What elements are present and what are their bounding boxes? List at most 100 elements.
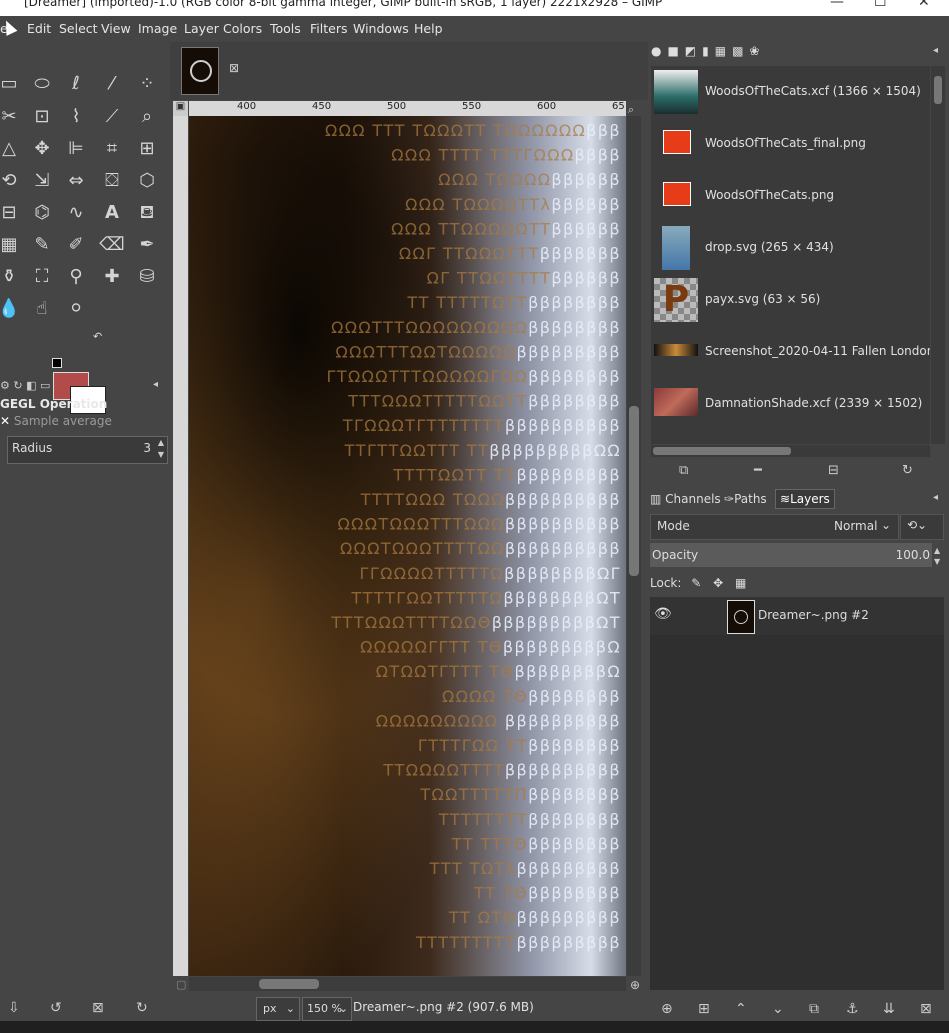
handle-transform-icon[interactable]: ⊟ (0, 201, 22, 225)
shear-icon[interactable]: ⇲ (29, 169, 55, 193)
pencil-icon[interactable]: ✎ (29, 233, 55, 257)
3d-transform-icon[interactable]: ⬡ (134, 169, 160, 193)
zoom-select[interactable]: 150 % ⌄ (302, 997, 352, 1021)
new-layer-icon[interactable]: ⊕ (661, 1001, 673, 1017)
list-item[interactable]: P payx.svg (63 × 56) (651, 274, 930, 326)
save-options-icon[interactable]: ⇩ (8, 1000, 20, 1016)
raise-layer-icon[interactable]: ⌃ (735, 1001, 747, 1017)
clone-icon[interactable]: ⚲ (63, 265, 89, 289)
images-hscroll-thumb[interactable] (653, 447, 791, 455)
refresh-icon[interactable]: ↻ (902, 463, 913, 478)
crop-icon[interactable]: ⌗ (99, 137, 125, 161)
menu-tools[interactable]: Tools (270, 21, 301, 36)
lock-pixels-icon[interactable]: ✎ (691, 576, 701, 590)
scissors-icon[interactable]: ✂ (0, 105, 22, 129)
configure-tab-icon[interactable]: ◂ (933, 45, 938, 56)
flip-icon[interactable]: ⇔ (63, 169, 89, 193)
delete-options-icon[interactable]: ⊠ (92, 1000, 104, 1016)
lock-alpha-icon[interactable]: ▦ (735, 576, 746, 590)
configure-tab-icon[interactable]: ◂ (933, 492, 938, 503)
rotate-icon[interactable]: ⟲ (0, 169, 22, 193)
heal-icon[interactable]: ✚ (99, 265, 125, 289)
radius-spinbox[interactable]: Radius 3 ▲ ▼ (7, 436, 168, 464)
vertical-scrollbar[interactable] (627, 116, 641, 976)
anchor-layer-icon[interactable]: ⚓ (846, 1001, 859, 1017)
move-icon[interactable]: ✥ (29, 137, 55, 161)
sample-average-checkbox-icon[interactable]: ✕ (0, 414, 10, 428)
new-layer-group-icon[interactable]: ⊞ (698, 1001, 710, 1017)
list-item[interactable]: DamnationShade.xcf (2339 × 1502) (651, 378, 930, 430)
measure-icon[interactable]: △ (0, 137, 22, 161)
tab-channels[interactable]: ▥ Channels (650, 492, 721, 506)
radius-value[interactable]: 3 (143, 441, 151, 455)
maximize-icon[interactable]: ☐ (874, 0, 887, 10)
opacity-value[interactable]: 100.0 (896, 548, 930, 562)
layer-row[interactable]: 👁 Dreamer~.png #2 (650, 597, 944, 635)
warp-transform-icon[interactable]: ⌬ (29, 201, 55, 225)
horizontal-scrollbar[interactable] (189, 977, 626, 991)
delete-layer-icon[interactable]: ⊠ (920, 1001, 932, 1017)
tool-options-tab-icons[interactable]: ⚙ ↻ ◧ ▭ (0, 379, 50, 392)
paintbrush-icon[interactable]: ✐ (63, 233, 89, 257)
default-colors-icon[interactable] (52, 358, 62, 368)
list-item[interactable]: WoodsOfTheCats.xcf (1366 × 1504) (651, 66, 930, 118)
menu-help[interactable]: Help (414, 21, 443, 36)
foreground-select-icon[interactable]: ⊡ (29, 105, 55, 129)
align-icon[interactable]: ⊫ (63, 137, 89, 161)
open-display-icon[interactable]: ⧉ (679, 463, 688, 478)
layer-name[interactable]: Dreamer~.png #2 (758, 608, 869, 622)
menu-select[interactable]: Select (59, 21, 98, 36)
mypaint-brush-icon[interactable]: ⛶ (29, 265, 55, 289)
new-display-icon[interactable]: ⊟ (828, 463, 839, 478)
tab-paths[interactable]: ✑Paths (724, 492, 767, 506)
smudge-icon[interactable]: ☝ (29, 297, 55, 321)
menu-view[interactable]: View (101, 21, 131, 36)
visibility-eye-icon[interactable]: 👁 (654, 606, 672, 622)
bucket-fill-icon[interactable]: ⛾ (134, 201, 160, 225)
unified-transform-icon[interactable]: ⊞ (134, 137, 160, 161)
menu-image[interactable]: Image (138, 21, 177, 36)
horizontal-scroll-thumb[interactable] (259, 979, 319, 989)
menu-colors[interactable]: Colors (223, 21, 262, 36)
eraser-icon[interactable]: ⌫ (99, 233, 125, 257)
spin-arrows-icon[interactable]: ▲ ▼ (934, 545, 940, 567)
menu-layer[interactable]: Layer (184, 21, 219, 36)
opacity-spinbox[interactable]: Opacity 100.0 (650, 543, 932, 567)
image-canvas[interactable]: ΩΩΩ ΤΤΤ ΤΩΩΩΤΤ ΤΩΩΩΩΩΩβββ ΩΩΩ ΤΤΤΤ ΤΤΤΓΩΩ… (189, 116, 626, 976)
menu-filters[interactable]: Filters (310, 21, 347, 36)
pointer-toggle-icon[interactable]: ▢ (176, 978, 186, 991)
sample-average-option[interactable]: ✕ Sample average (0, 414, 112, 428)
configure-tab-icon[interactable]: ◂ (153, 379, 158, 390)
lock-position-icon[interactable]: ✥ (713, 576, 723, 590)
rect-select-icon[interactable]: ▭ (0, 72, 22, 96)
select-by-color-icon[interactable]: ⁘ (134, 72, 160, 96)
images-vscrollbar[interactable] (931, 66, 945, 444)
restore-options-icon[interactable]: ↺ (50, 1000, 62, 1016)
minimize-icon[interactable]: — (830, 0, 844, 10)
paths-icon[interactable]: ⌇ (63, 105, 89, 129)
vertical-scroll-thumb[interactable] (629, 406, 639, 576)
reset-options-icon[interactable]: ↻ (136, 1000, 148, 1016)
quickmask-toggle-icon[interactable]: ▣ (173, 101, 188, 116)
remove-image-icon[interactable]: ━ (754, 463, 762, 478)
spin-arrows-icon[interactable]: ▲ ▼ (158, 437, 164, 461)
navigate-icon[interactable]: ⊕ (630, 978, 640, 992)
text-tool-icon[interactable]: A (99, 201, 125, 225)
free-select-icon[interactable]: ℓ (63, 72, 89, 96)
unit-select[interactable]: px ⌄ (256, 997, 300, 1021)
color-picker-icon[interactable]: ⟋ (99, 105, 125, 129)
dock-tab-icons[interactable]: ●■◩▮▦▩❀ (651, 44, 765, 58)
close-tab-icon[interactable]: ⊠ (229, 61, 239, 75)
menu-edit[interactable]: Edit (27, 21, 51, 36)
merge-down-icon[interactable]: ⇊ (883, 1001, 895, 1017)
mode-select[interactable]: Mode Normal ⌄ (650, 514, 899, 540)
tab-layers[interactable]: ≋Layers (775, 489, 835, 509)
perspective-clone-icon[interactable]: ⛁ (134, 265, 160, 289)
ink-icon[interactable]: ⚱ (0, 265, 22, 289)
image-tab-thumbnail[interactable] (181, 47, 219, 95)
menu-windows[interactable]: Windows (353, 21, 409, 36)
swap-colors-icon[interactable]: ↶ (93, 330, 102, 343)
airbrush-icon[interactable]: ✒ (134, 233, 160, 257)
ellipse-select-icon[interactable]: ⬭ (29, 72, 55, 96)
list-item[interactable]: WoodsOfTheCats_final.png (651, 118, 930, 170)
